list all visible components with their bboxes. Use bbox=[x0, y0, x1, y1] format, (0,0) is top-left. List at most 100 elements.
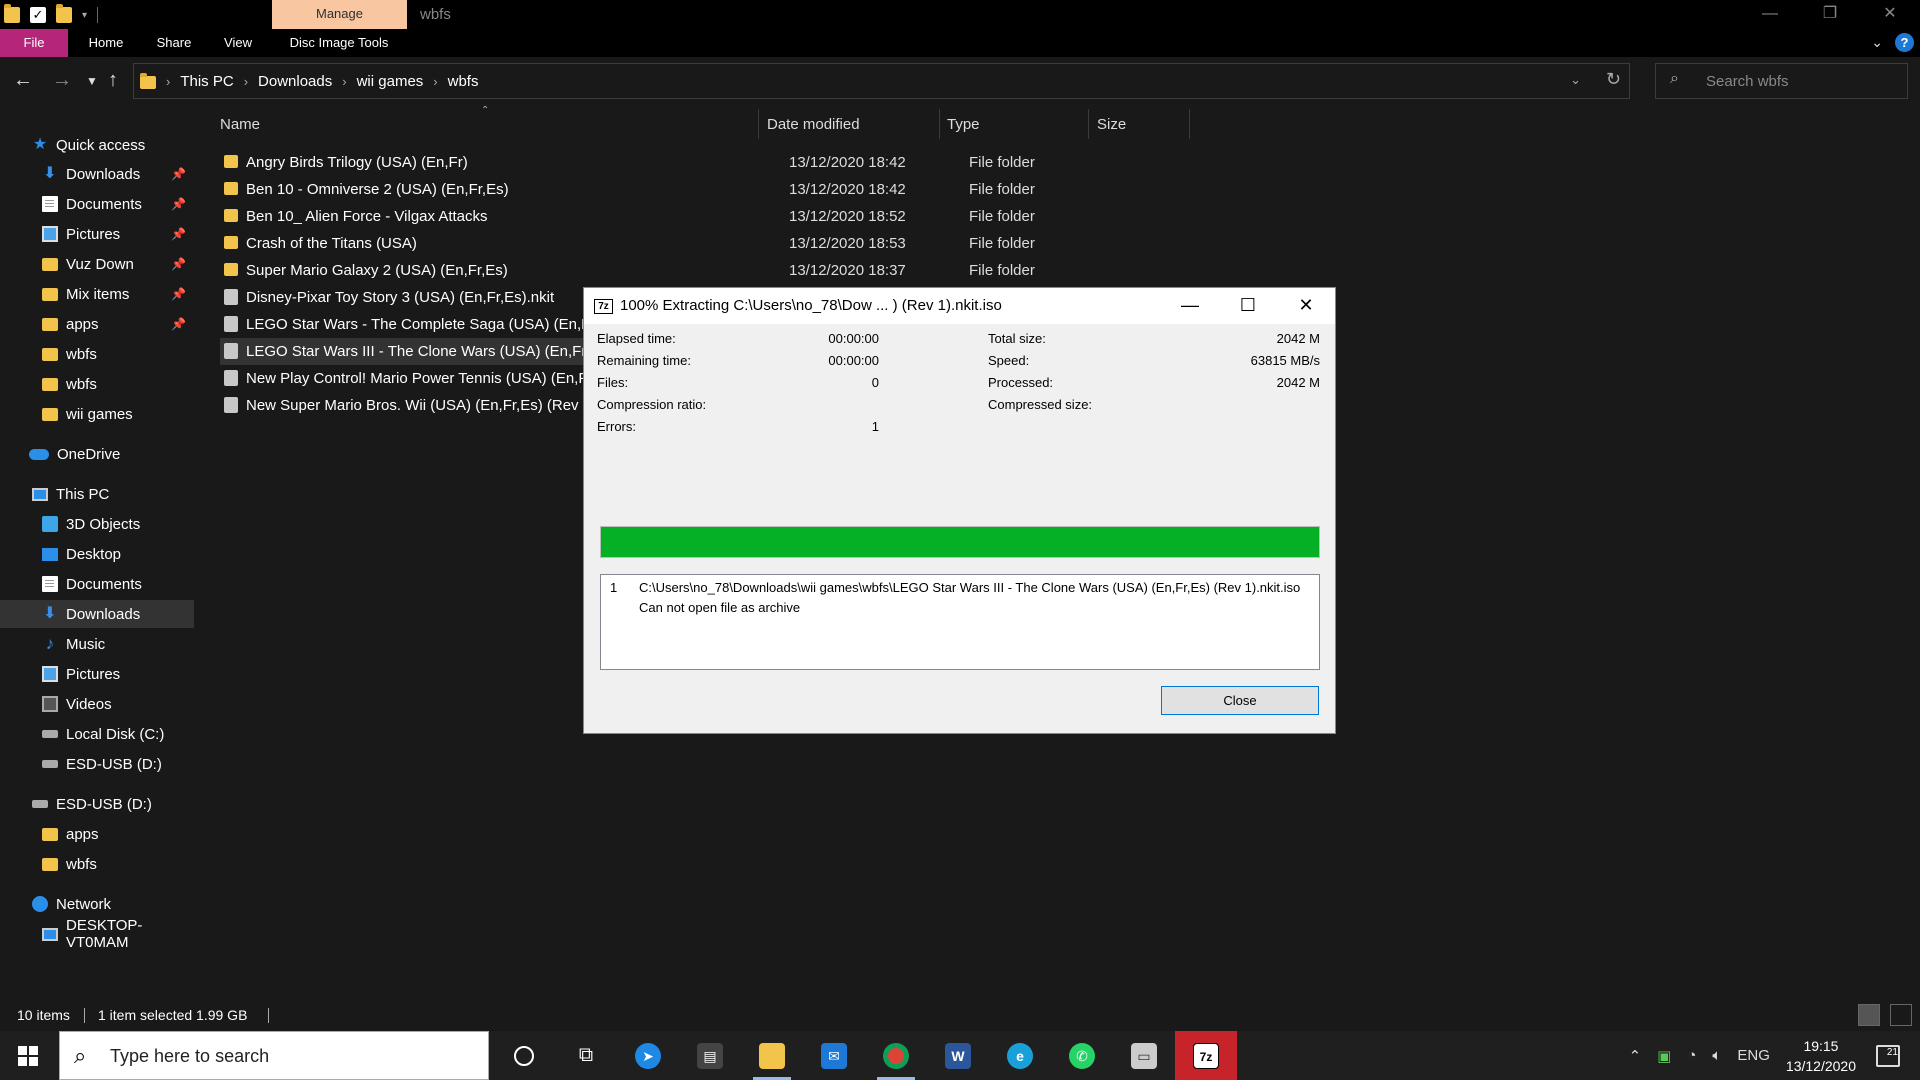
task-view-icon[interactable]: ⧉ bbox=[555, 1031, 617, 1080]
sidebar-item-3d-objects[interactable]: 3D Objects bbox=[0, 510, 194, 538]
taskbar-search-box[interactable]: ⌕ Type here to search bbox=[59, 1031, 489, 1080]
show-hidden-icons-icon[interactable]: ⌃ bbox=[1629, 1047, 1642, 1065]
sidebar-item-documents-pc[interactable]: Documents bbox=[0, 570, 194, 598]
minimize-icon[interactable]: — bbox=[1161, 288, 1219, 324]
forward-arrow-icon[interactable]: → bbox=[52, 69, 72, 92]
7zip-icon[interactable]: 7z bbox=[1175, 1031, 1237, 1080]
battery-icon[interactable]: ▣ bbox=[1657, 1047, 1671, 1065]
breadcrumb-this-pc[interactable]: This PC bbox=[180, 73, 233, 90]
tab-view[interactable]: View bbox=[210, 29, 266, 57]
sidebar-item-downloads[interactable]: ⬇ Downloads 📌 bbox=[0, 160, 194, 188]
edge-icon[interactable]: e bbox=[989, 1031, 1051, 1080]
sidebar-this-pc[interactable]: This PC bbox=[0, 480, 194, 508]
breadcrumb-wii-games[interactable]: wii games bbox=[357, 73, 424, 90]
chevron-right-icon[interactable]: › bbox=[166, 74, 170, 89]
back-arrow-icon[interactable]: ← bbox=[13, 69, 33, 92]
folder-icon[interactable] bbox=[4, 4, 20, 23]
sidebar-item-documents[interactable]: Documents 📌 bbox=[0, 190, 194, 218]
sidebar-item-vuz-down[interactable]: Vuz Down 📌 bbox=[0, 250, 194, 278]
sidebar-item-mix-items[interactable]: Mix items 📌 bbox=[0, 280, 194, 308]
help-icon[interactable]: ? bbox=[1895, 33, 1914, 52]
taskbar-search-input[interactable]: Type here to search bbox=[110, 1046, 269, 1067]
expand-ribbon-icon[interactable]: ⌄ bbox=[1871, 34, 1883, 51]
notepad-icon[interactable]: ▭ bbox=[1113, 1031, 1175, 1080]
column-divider[interactable] bbox=[939, 109, 940, 139]
sidebar-item-desktop[interactable]: Desktop bbox=[0, 540, 194, 568]
cortana-icon[interactable] bbox=[493, 1031, 555, 1080]
new-folder-icon[interactable] bbox=[56, 4, 72, 23]
sidebar-item-apps[interactable]: apps 📌 bbox=[0, 310, 194, 338]
table-row[interactable]: Angry Birds Trilogy (USA) (En,Fr) 13/12/… bbox=[220, 149, 1290, 176]
close-icon[interactable]: ✕ bbox=[1277, 288, 1335, 324]
properties-check-icon[interactable]: ✓ bbox=[30, 7, 46, 23]
error-message-list[interactable]: 1 C:\Users\no_78\Downloads\wii games\wbf… bbox=[600, 574, 1320, 670]
column-header-size[interactable]: Size bbox=[1097, 107, 1126, 141]
sidebar-item-music[interactable]: ♪ Music bbox=[0, 630, 194, 658]
large-icons-view-icon[interactable] bbox=[1890, 1004, 1912, 1026]
table-row[interactable]: Ben 10_ Alien Force - Vilgax Attacks 13/… bbox=[220, 203, 1290, 230]
action-center-icon[interactable]: 21 bbox=[1876, 1044, 1900, 1067]
sidebar-item-esd-usb-d[interactable]: ESD-USB (D:) bbox=[0, 750, 194, 778]
start-button-icon[interactable] bbox=[18, 1046, 38, 1066]
address-dropdown-icon[interactable]: ⌄ bbox=[1570, 72, 1581, 88]
sidebar-network[interactable]: Network bbox=[0, 890, 194, 918]
restore-icon[interactable]: ❐ bbox=[1800, 0, 1860, 29]
volume-icon[interactable]: 🔈︎ bbox=[1712, 1047, 1721, 1064]
language-indicator[interactable]: ENG bbox=[1737, 1047, 1770, 1064]
chrome-icon[interactable] bbox=[865, 1031, 927, 1080]
column-divider[interactable] bbox=[1088, 109, 1089, 139]
store-icon[interactable]: ▤ bbox=[679, 1031, 741, 1080]
maximize-icon[interactable]: ☐ bbox=[1219, 288, 1277, 324]
up-arrow-icon[interactable]: ↑ bbox=[108, 69, 118, 92]
whatsapp-icon[interactable]: ✆ bbox=[1051, 1031, 1113, 1080]
word-icon[interactable]: W bbox=[927, 1031, 989, 1080]
search-input[interactable]: Search wbfs bbox=[1706, 73, 1789, 90]
recent-locations-chevron-icon[interactable]: ▼ bbox=[86, 74, 98, 88]
sidebar-item-videos[interactable]: Videos bbox=[0, 690, 194, 718]
sidebar-item-pictures[interactable]: Pictures 📌 bbox=[0, 220, 194, 248]
column-divider[interactable] bbox=[758, 109, 759, 139]
details-view-icon[interactable] bbox=[1858, 1004, 1880, 1026]
breadcrumb-downloads[interactable]: Downloads bbox=[258, 73, 332, 90]
wifi-icon[interactable]: ◔ bbox=[1687, 1047, 1696, 1064]
close-button[interactable]: Close bbox=[1161, 686, 1319, 715]
chevron-right-icon[interactable]: › bbox=[342, 74, 346, 89]
table-row[interactable]: Ben 10 - Omniverse 2 (USA) (En,Fr,Es) 13… bbox=[220, 176, 1290, 203]
sidebar-item-usb-apps[interactable]: apps bbox=[0, 820, 194, 848]
sidebar-item-downloads-pc[interactable]: ⬇ Downloads bbox=[0, 600, 194, 628]
pin-icon[interactable]: 📌 bbox=[171, 227, 186, 241]
sidebar-item-desktop-vt0mam[interactable]: DESKTOP-VT0MAM bbox=[0, 917, 194, 951]
pin-icon[interactable]: 📌 bbox=[171, 197, 186, 211]
sidebar-item-wbfs-2[interactable]: wbfs bbox=[0, 370, 194, 398]
tab-file[interactable]: File bbox=[0, 29, 68, 57]
customize-toolbar-arrow-icon[interactable]: ▾ bbox=[82, 10, 87, 21]
pin-icon[interactable]: 📌 bbox=[171, 257, 186, 271]
tab-disc-image-tools[interactable]: Disc Image Tools bbox=[280, 29, 398, 57]
breadcrumb-wbfs[interactable]: wbfs bbox=[448, 73, 479, 90]
tab-home[interactable]: Home bbox=[74, 29, 138, 57]
search-box[interactable]: ⌕ Search wbfs bbox=[1655, 63, 1908, 99]
sidebar-item-pictures-pc[interactable]: Pictures bbox=[0, 660, 194, 688]
column-header-type[interactable]: Type bbox=[947, 107, 980, 141]
close-icon[interactable]: ✕ bbox=[1860, 0, 1920, 29]
pin-icon[interactable]: 📌 bbox=[171, 167, 186, 181]
manage-contextual-tab[interactable]: Manage bbox=[272, 0, 407, 29]
tab-share[interactable]: Share bbox=[144, 29, 204, 57]
mail-icon[interactable]: ✉ bbox=[803, 1031, 865, 1080]
address-bar[interactable]: › This PC › Downloads › wii games › wbfs… bbox=[133, 63, 1630, 99]
clock[interactable]: 19:15 13/12/2020 bbox=[1786, 1036, 1856, 1076]
minimize-icon[interactable]: — bbox=[1740, 0, 1800, 29]
column-divider[interactable] bbox=[1189, 109, 1190, 139]
sidebar-quick-access[interactable]: ★ Quick access bbox=[0, 131, 194, 159]
sidebar-item-wbfs[interactable]: wbfs bbox=[0, 340, 194, 368]
safari-icon[interactable]: ➤ bbox=[617, 1031, 679, 1080]
file-explorer-icon[interactable] bbox=[741, 1031, 803, 1080]
table-row[interactable]: Crash of the Titans (USA) 13/12/2020 18:… bbox=[220, 230, 1290, 257]
sidebar-onedrive[interactable]: OneDrive bbox=[0, 440, 194, 468]
sidebar-item-local-disk-c[interactable]: Local Disk (C:) bbox=[0, 720, 194, 748]
pin-icon[interactable]: 📌 bbox=[171, 317, 186, 331]
column-header-date-modified[interactable]: Date modified bbox=[767, 107, 860, 141]
chevron-right-icon[interactable]: › bbox=[433, 74, 437, 89]
column-header-name[interactable]: Name bbox=[220, 107, 260, 141]
refresh-icon[interactable]: ↻ bbox=[1606, 69, 1621, 90]
